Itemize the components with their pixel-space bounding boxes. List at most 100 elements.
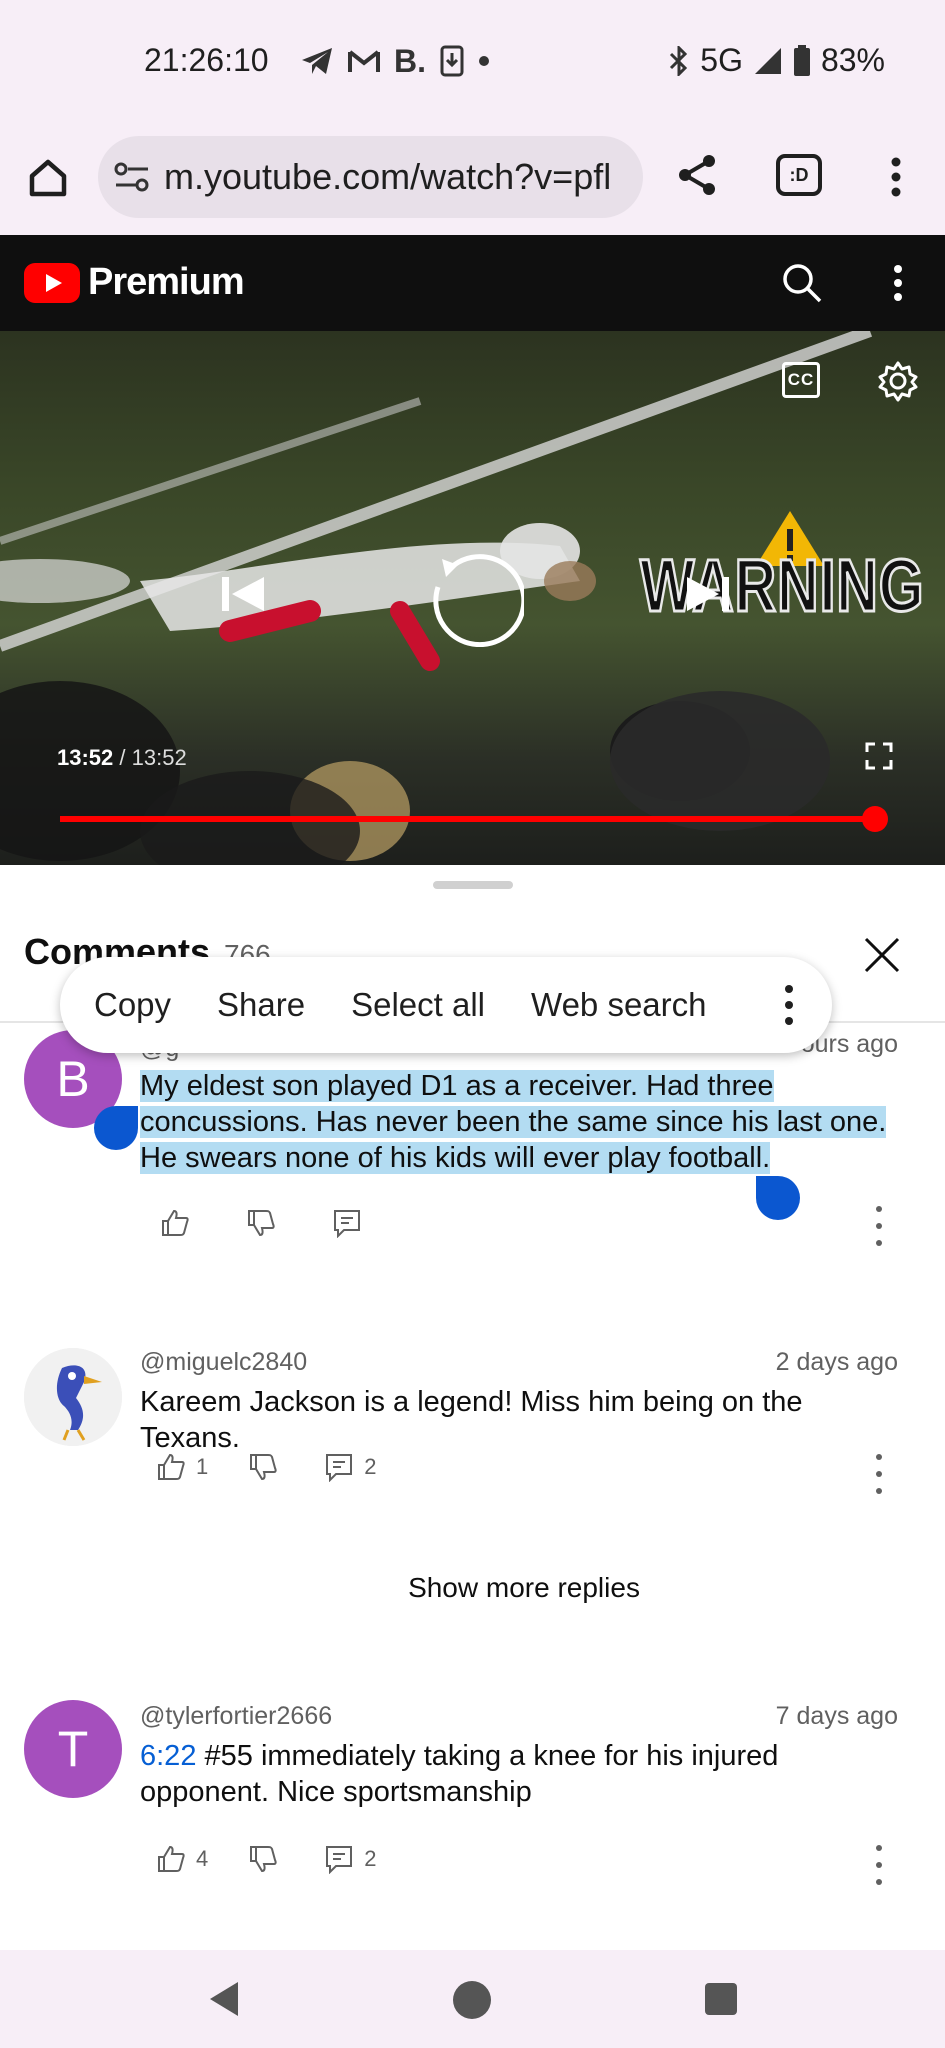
telegram-icon [302, 48, 332, 74]
like-icon [158, 1453, 185, 1480]
web-search-button[interactable]: Web search [531, 986, 706, 1024]
previous-button[interactable] [218, 571, 268, 617]
selection-end-handle[interactable] [756, 1176, 800, 1220]
reply-button[interactable]: 2 [324, 1844, 377, 1874]
captions-button[interactable]: CC [782, 362, 820, 398]
notification-icons: B. [300, 42, 490, 79]
dislike-icon[interactable] [248, 1452, 278, 1482]
download-icon [440, 45, 464, 77]
clock: 21:26:10 [144, 42, 269, 78]
reply-icon [326, 1846, 353, 1874]
total-time: 13:52 [131, 745, 187, 770]
tab-switcher-label: :D [789, 164, 809, 185]
like-button[interactable]: 1 [156, 1452, 208, 1482]
bluetooth-icon [670, 45, 688, 76]
battery-level: 83% [820, 42, 885, 78]
close-icon [864, 937, 900, 973]
share-menu-button[interactable]: Share [217, 986, 305, 1024]
reply-count: 2 [364, 1454, 377, 1479]
back-icon[interactable] [206, 1980, 242, 2018]
comment-author[interactable]: @tylerfortier2666 [140, 1702, 332, 1731]
close-comments-button[interactable] [858, 931, 906, 979]
dislike-icon[interactable] [248, 1844, 278, 1874]
text-selection-menu: Copy Share Select all Web search [60, 957, 832, 1053]
search-button[interactable] [776, 257, 828, 309]
like-count: 1 [196, 1454, 209, 1479]
gear-icon [878, 361, 918, 402]
like-button[interactable]: 4 [156, 1844, 208, 1874]
comment-actions: 4 2 [156, 1844, 377, 1874]
tab-switcher-button[interactable]: :D [776, 154, 822, 196]
home-button[interactable] [22, 152, 74, 204]
show-more-replies-button[interactable]: Show more replies [0, 1572, 945, 1604]
address-bar[interactable]: m.youtube.com/watch?v=pfl [98, 136, 643, 218]
youtube-premium-logo[interactable]: Premium [24, 261, 245, 304]
video-player[interactable]: WARNING CC 13:52 / 13:52 [0, 331, 945, 865]
yt-menu-button[interactable] [878, 259, 918, 307]
comment-actions: 1 2 [156, 1452, 377, 1482]
more-vert-icon [894, 265, 902, 301]
browser-toolbar: m.youtube.com/watch?v=pfl :D [0, 122, 945, 235]
reply-icon [326, 1454, 353, 1482]
comment-line: He swears none of his kids will ever pla… [140, 1142, 771, 1174]
dot-icon [479, 56, 489, 66]
dislike-icon[interactable] [246, 1208, 276, 1238]
select-all-button[interactable]: Select all [351, 986, 485, 1024]
progress-scrubber[interactable] [862, 806, 888, 832]
comment-menu-button[interactable] [873, 1845, 885, 1885]
comment-line: opponent. Nice sportsmanship [140, 1776, 532, 1808]
time-separator: / [113, 745, 132, 770]
comment-text: 6:22 #55 immediately taking a knee for h… [140, 1738, 900, 1810]
roadrunner-avatar-icon [24, 1348, 122, 1446]
youtube-header: Premium [0, 235, 945, 331]
system-status: 5G 83% [668, 42, 885, 79]
logo-text: Premium [88, 261, 245, 303]
avatar[interactable]: T [24, 1700, 122, 1798]
network-type: 5G [700, 42, 743, 78]
fullscreen-button[interactable] [862, 739, 896, 773]
youtube-play-logo-icon [24, 262, 80, 303]
share-icon [679, 155, 715, 195]
comment-text: My eldest son played D1 as a receiver. H… [140, 1068, 900, 1176]
recents-icon[interactable] [704, 1982, 738, 2016]
avatar-letter: T [57, 1721, 89, 1777]
share-button[interactable] [672, 150, 722, 200]
comment-line: #55 immediately taking a knee for his in… [196, 1740, 779, 1772]
progress-fill [60, 816, 875, 822]
comment-menu-button[interactable] [873, 1454, 885, 1494]
comment-time: 7 days ago [775, 1702, 898, 1730]
comment-author[interactable]: @miguelc2840 [140, 1348, 307, 1377]
more-vert-icon [891, 157, 901, 197]
replay-icon [433, 554, 524, 647]
reply-button[interactable]: 2 [324, 1452, 377, 1482]
replay-button[interactable] [422, 545, 526, 649]
more-options-button[interactable] [784, 985, 794, 1025]
comment-menu-button[interactable] [873, 1206, 885, 1246]
selection-start-handle[interactable] [94, 1106, 138, 1150]
site-settings-icon[interactable] [114, 160, 150, 194]
drag-handle[interactable] [433, 881, 513, 889]
current-time: 13:52 [57, 745, 114, 770]
home-icon [29, 159, 67, 197]
home-nav-icon[interactable] [452, 1980, 492, 2020]
next-button[interactable] [680, 571, 736, 617]
comment-line: concussions. Has never been the same sin… [140, 1106, 887, 1138]
like-count: 4 [196, 1846, 209, 1871]
battery-icon [793, 44, 810, 76]
cc-icon: CC [787, 370, 815, 389]
comment-time: 2 days ago [775, 1348, 898, 1376]
skip-next-icon [687, 577, 729, 611]
skip-previous-icon [222, 577, 264, 611]
video-timestamp-link[interactable]: 6:22 [140, 1740, 196, 1772]
progress-bar[interactable] [60, 816, 875, 822]
b-app-icon: B. [394, 42, 426, 79]
signal-icon [754, 47, 781, 74]
settings-button[interactable] [874, 357, 922, 405]
status-bar: 21:26:10 B. 5G 83% [0, 0, 945, 122]
reply-icon[interactable] [332, 1208, 362, 1238]
avatar[interactable] [24, 1348, 122, 1446]
browser-menu-button[interactable] [876, 154, 916, 200]
copy-button[interactable]: Copy [94, 986, 171, 1024]
gmail-icon [348, 50, 380, 72]
like-icon[interactable] [160, 1208, 190, 1238]
